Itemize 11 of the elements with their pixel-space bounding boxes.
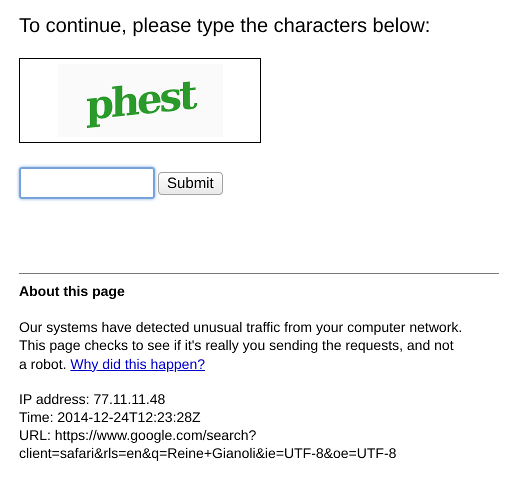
info-paragraph: Our systems have detected unusual traffic from your computer network. This page checks to see if it's really you sending the requests, and not a robot. Why did this happen? xyxy=(19,318,464,373)
section-title: About this page xyxy=(19,282,126,300)
info-line: IP address: 77.11.11.48 xyxy=(19,390,166,408)
submit-button[interactable]: Submit xyxy=(158,172,223,194)
answer-field[interactable] xyxy=(19,167,155,199)
captcha-text: phest xyxy=(86,70,194,132)
info-line: Time: 2014-12-24T12:23:28Z xyxy=(19,408,202,426)
page-heading: To continue, please type the characters below: xyxy=(19,14,432,38)
info-line: client=safari&rls=en&q=Reine+Gianoli&ie=UTF-8&oe=UTF-8 xyxy=(19,444,398,462)
why-link[interactable]: Why did this happen? xyxy=(70,356,206,372)
info-line: URL: https://www.google.com/search? xyxy=(19,426,258,444)
